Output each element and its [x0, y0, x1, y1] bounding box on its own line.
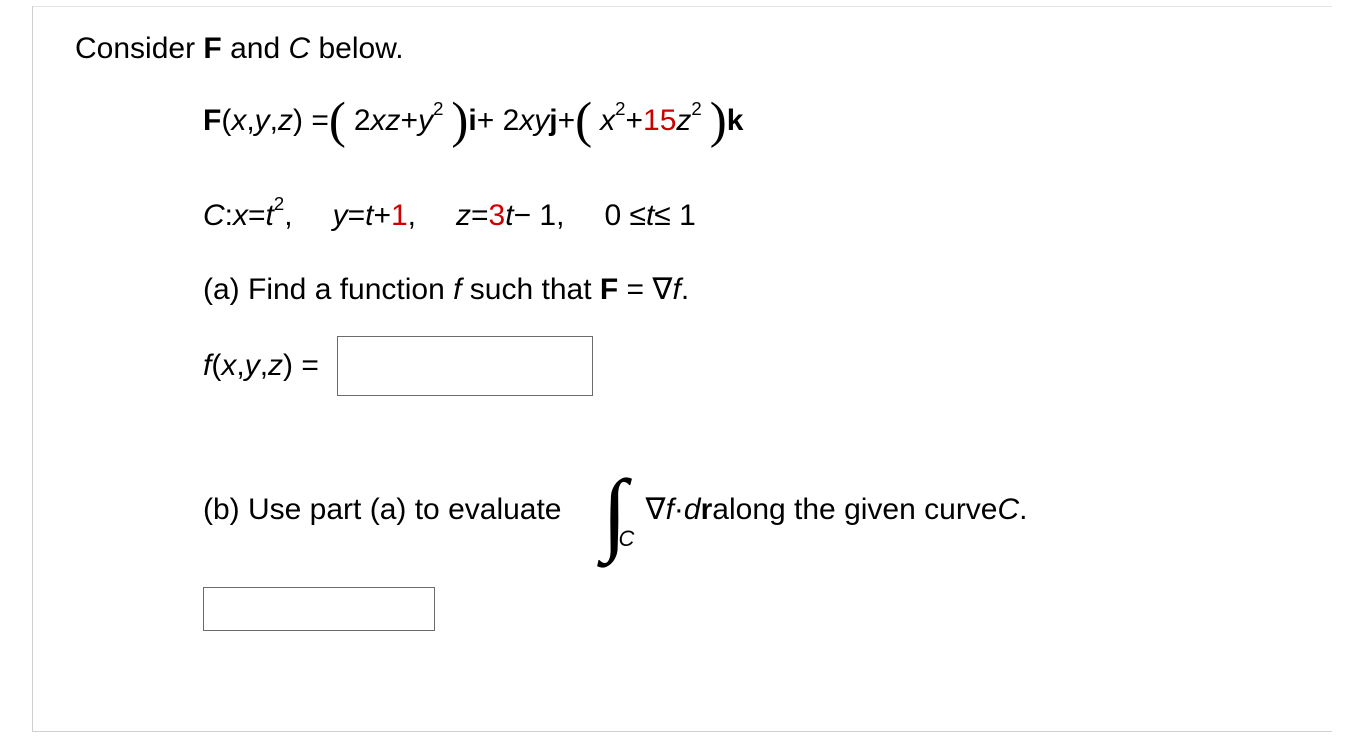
plus-2: + 2 [477, 102, 520, 140]
curve-comma2: , [408, 197, 416, 235]
term-z: z [676, 102, 691, 140]
lhs-x: x [231, 102, 246, 140]
lhs-F: F [203, 102, 221, 140]
curve-y-t: t [365, 197, 373, 235]
panel-bottom-border [32, 731, 1332, 732]
curve-comma1: , [284, 197, 292, 235]
fxyz-z: z [268, 347, 283, 385]
part-b-r: r [701, 491, 713, 529]
term-xy: xy [519, 102, 549, 140]
fxyz-y: y [245, 347, 260, 385]
unit-j: j [549, 102, 557, 140]
part-b-answer-row [75, 574, 1335, 631]
part-b-along: along the given curve [712, 491, 997, 529]
fxyz-x: x [221, 347, 236, 385]
curve-z: z [456, 197, 471, 235]
part-b-d: d [684, 491, 701, 529]
intro-line: Consider F and C below. [75, 30, 1335, 68]
range-end: ≤ 1 [654, 197, 695, 235]
dot-op: · [674, 491, 684, 529]
term-y: y [418, 102, 433, 140]
term-15-red: 15 [643, 102, 676, 140]
part-a-eq: = ∇ [618, 273, 672, 306]
part-b-end: . [1019, 491, 1027, 529]
curve-y-plus: + [373, 197, 391, 235]
part-b-C: C [998, 491, 1020, 529]
lhs-open: ( [221, 102, 231, 140]
fxyz-c2: , [260, 347, 268, 385]
part-a-mid: such that [461, 273, 599, 306]
part-a-answer-input[interactable] [338, 337, 592, 395]
curve-z-eq: = [471, 197, 489, 235]
question-content: Consider F and C below. F(x, y, z) = (2x… [75, 10, 1335, 631]
lhs-z: z [278, 102, 293, 140]
intro-F: F [203, 32, 221, 65]
curve-eq2: = [348, 197, 366, 235]
part-b-label: (b) Use part (a) to evaluate [203, 491, 562, 529]
lhs-close: ) = [293, 102, 329, 140]
term-x2b: 2 [615, 97, 625, 120]
range-t: t [646, 197, 654, 235]
lhs-y: y [255, 102, 270, 140]
curve-t1-sup: 2 [274, 192, 284, 215]
part-b-answer-box[interactable] [203, 587, 435, 631]
curve-y-1-red: 1 [391, 197, 408, 235]
plus-1: + [401, 102, 419, 140]
fxyz-f: f [203, 347, 211, 385]
term-x2a: x [600, 102, 615, 140]
panel-left-border [32, 6, 33, 731]
term-z-sup: 2 [691, 97, 701, 120]
curve-definition: C: x = t2, y = t + 1, z = 3t − 1, 0 ≤ t … [75, 197, 1335, 235]
part-a-label: (a) Find a function [203, 273, 453, 306]
unit-k: k [727, 102, 744, 140]
curve-z-minus: − 1, [514, 197, 565, 235]
curve-colon: : [225, 197, 233, 235]
curve-eq1: = [248, 197, 266, 235]
intro-suffix: below. [310, 32, 403, 65]
fxyz-open: ( [211, 347, 221, 385]
curve-t1: t [266, 197, 274, 235]
lhs-c1: , [246, 102, 254, 140]
plus-3: + [558, 102, 576, 140]
part-b-f: f [666, 491, 674, 529]
integral-sub-C: C [619, 525, 635, 553]
lhs-c2: , [270, 102, 278, 140]
part-b-prompt: (b) Use part (a) to evaluate ∫ C ∇f · dr… [75, 470, 1335, 550]
vector-field-formula: F(x, y, z) = (2xz + y2) i + 2xy j + (x2 … [75, 102, 1335, 140]
part-a-prompt: (a) Find a function f such that F = ∇f. [75, 271, 1335, 309]
curve-z-t: t [505, 197, 513, 235]
curve-C: C [203, 197, 225, 235]
part-a-dot: . [681, 273, 689, 306]
part-b-answer-input[interactable] [204, 588, 434, 630]
term-xz: xz [371, 102, 401, 140]
part-a-f2: f [672, 273, 680, 306]
integral-icon: ∫ C [584, 470, 646, 550]
term-2: 2 [354, 102, 371, 140]
plus-4: + [626, 102, 644, 140]
part-a-answer-box[interactable] [337, 336, 593, 396]
grad-symbol: ∇ [646, 491, 666, 529]
fxyz-c1: , [236, 347, 244, 385]
curve-y: y [333, 197, 348, 235]
intro-C: C [288, 32, 310, 65]
term-y-sup: 2 [433, 97, 443, 120]
curve-z-3-red: 3 [489, 197, 506, 235]
intro-mid: and [222, 32, 289, 65]
range-start: 0 ≤ [604, 197, 645, 235]
panel-top-border [32, 6, 1332, 7]
part-a-F: F [600, 273, 618, 306]
intro-prefix: Consider [75, 32, 203, 65]
curve-x: x [233, 197, 248, 235]
fxyz-row: f(x, y, z) = [75, 336, 1335, 396]
fxyz-close: ) = [283, 347, 319, 385]
question-panel: Consider F and C below. F(x, y, z) = (2x… [0, 0, 1359, 744]
unit-i: i [468, 102, 476, 140]
